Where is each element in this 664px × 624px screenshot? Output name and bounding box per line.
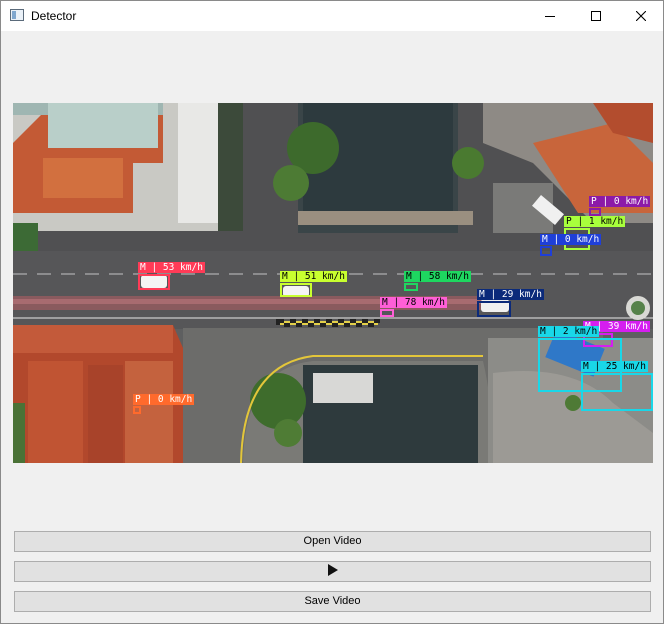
detection-label: M | 78 km/h bbox=[380, 297, 447, 308]
minimize-button[interactable] bbox=[527, 1, 573, 31]
detection-label: P | 0 km/h bbox=[589, 196, 651, 207]
detection-label: M | 0 km/h bbox=[540, 234, 602, 245]
play-icon bbox=[327, 564, 338, 577]
detection-label: M | 51 km/h bbox=[280, 271, 347, 282]
detection-car-51: M | 51 km/h bbox=[280, 271, 347, 297]
main-window: Detector M | 53 km/h M | 51 km/h M | 58 … bbox=[0, 0, 664, 624]
maximize-button[interactable] bbox=[573, 1, 619, 31]
detection-moto-58: M | 58 km/h bbox=[404, 271, 471, 291]
play-button[interactable] bbox=[14, 561, 651, 582]
detection-label: P | 1 km/h bbox=[564, 216, 626, 227]
detection-label: M | 53 km/h bbox=[138, 262, 205, 273]
detection-car-29: M | 29 km/h bbox=[477, 289, 544, 317]
video-frame: M | 53 km/h M | 51 km/h M | 58 km/h M | … bbox=[13, 103, 653, 463]
detection-moto-0: M | 0 km/h bbox=[540, 234, 602, 256]
detection-label: M | 25 km/h bbox=[581, 361, 648, 372]
detection-person-0-bottom: P | 0 km/h bbox=[133, 394, 195, 414]
close-icon bbox=[636, 11, 646, 21]
window-title: Detector bbox=[31, 9, 77, 23]
save-video-button[interactable]: Save Video bbox=[14, 591, 651, 612]
minimize-icon bbox=[545, 16, 555, 17]
detection-label: M | 29 km/h bbox=[477, 289, 544, 300]
app-window-icon bbox=[10, 9, 24, 21]
detection-moto-78: M | 78 km/h bbox=[380, 297, 447, 317]
open-video-button[interactable]: Open Video bbox=[14, 531, 651, 552]
detection-car-53: M | 53 km/h bbox=[138, 262, 205, 290]
close-button[interactable] bbox=[618, 1, 664, 31]
detection-person-0-top: P | 0 km/h bbox=[589, 196, 651, 216]
detection-label: M | 2 km/h bbox=[538, 326, 600, 337]
detection-label: P | 0 km/h bbox=[133, 394, 195, 405]
detection-label: M | 58 km/h bbox=[404, 271, 471, 282]
detection-car-25: M | 25 km/h bbox=[581, 361, 653, 411]
aerial-scene bbox=[13, 103, 653, 463]
maximize-icon bbox=[591, 11, 601, 21]
title-bar[interactable]: Detector bbox=[1, 1, 663, 31]
